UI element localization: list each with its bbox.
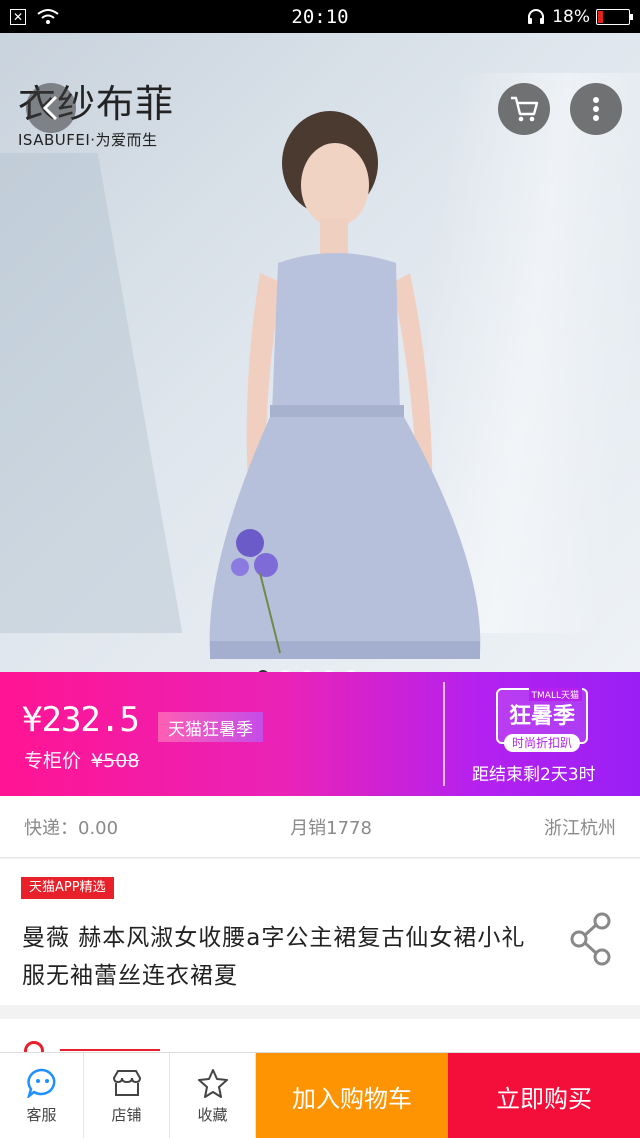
tab-shop-label: 店铺 xyxy=(111,1105,142,1124)
banner-divider xyxy=(443,682,445,786)
ship-location: 浙江杭州 xyxy=(543,817,616,839)
original-price: 专柜价 ¥508 xyxy=(24,746,139,773)
product-image-gallery[interactable]: 衣纱布菲 ISABUFEI·为爱而生 xyxy=(0,33,640,672)
wifi-icon xyxy=(37,8,59,24)
season-logo-title: 狂暑季 xyxy=(508,704,575,729)
tab-favorite-label: 收藏 xyxy=(197,1105,228,1124)
back-button[interactable] xyxy=(26,83,76,133)
battery-percent: 18% xyxy=(552,6,590,27)
countdown: 距结束剩2天3时 xyxy=(472,765,596,785)
star-icon xyxy=(197,1068,228,1098)
product-title: 曼薇 赫本风淑女收腰a字公主裙复古仙女裙小礼服无袖蕾丝连衣裙夏 xyxy=(22,925,526,989)
tab-customer-service-label: 客服 xyxy=(26,1105,57,1124)
more-vertical-icon xyxy=(593,97,599,121)
app-select-tag: 天猫APP精选 xyxy=(21,877,114,899)
headset-icon xyxy=(528,8,545,24)
tab-customer-service[interactable]: 客服 xyxy=(0,1053,84,1138)
product-page: ✕ 20:10 18% 衣纱布菲 ISABUFEI·为爱而生 ¥232.5 天猫… xyxy=(0,0,640,1138)
cart-icon xyxy=(511,96,539,122)
brand-name-en: ISABUFEI·为爱而生 xyxy=(18,131,158,149)
bottom-action-bar: 客服 店铺 收藏 加入购物车 立即购买 xyxy=(0,1052,640,1138)
original-price-value: ¥508 xyxy=(91,750,140,772)
season-logo: TMALL天猫 狂暑季 时尚折扣趴 xyxy=(496,688,588,752)
shop-icon xyxy=(112,1069,141,1096)
sim-icon: ✕ xyxy=(10,8,26,25)
status-bar: ✕ 20:10 18% xyxy=(0,0,640,33)
share-button[interactable] xyxy=(568,911,614,967)
chevron-left-icon xyxy=(42,95,58,121)
current-price: ¥232.5 xyxy=(22,700,140,740)
tab-favorite[interactable]: 收藏 xyxy=(170,1053,256,1138)
tab-shop[interactable]: 店铺 xyxy=(84,1053,170,1138)
chat-bot-icon xyxy=(26,1068,55,1098)
add-to-cart-button[interactable]: 加入购物车 xyxy=(256,1053,448,1138)
shipping-info: 快递：0.00 月销1778 浙江杭州 xyxy=(0,796,640,858)
battery-icon xyxy=(596,8,633,25)
price-banner: ¥232.5 天猫狂暑季 专柜价 ¥508 TMALL天猫 狂暑季 时尚折扣趴 … xyxy=(0,672,640,796)
more-menu-button[interactable] xyxy=(570,83,622,135)
buy-now-button[interactable]: 立即购买 xyxy=(448,1053,640,1138)
product-title-section: 天猫APP精选 曼薇 赫本风淑女收腰a字公主裙复古仙女裙小礼服无袖蕾丝连衣裙夏 xyxy=(0,859,640,1005)
season-logo-sub: 时尚折扣趴 xyxy=(504,734,580,752)
battery-level xyxy=(598,10,604,23)
express-fee: 快递：0.00 xyxy=(24,817,119,839)
original-price-label: 专柜价 xyxy=(24,750,82,772)
monthly-sales: 月销1778 xyxy=(290,817,372,839)
promo-tag: 天猫狂暑季 xyxy=(158,712,263,742)
status-time: 20:10 xyxy=(291,5,349,28)
model-photo xyxy=(209,111,481,659)
share-icon xyxy=(570,912,611,966)
cart-button[interactable] xyxy=(498,83,550,135)
